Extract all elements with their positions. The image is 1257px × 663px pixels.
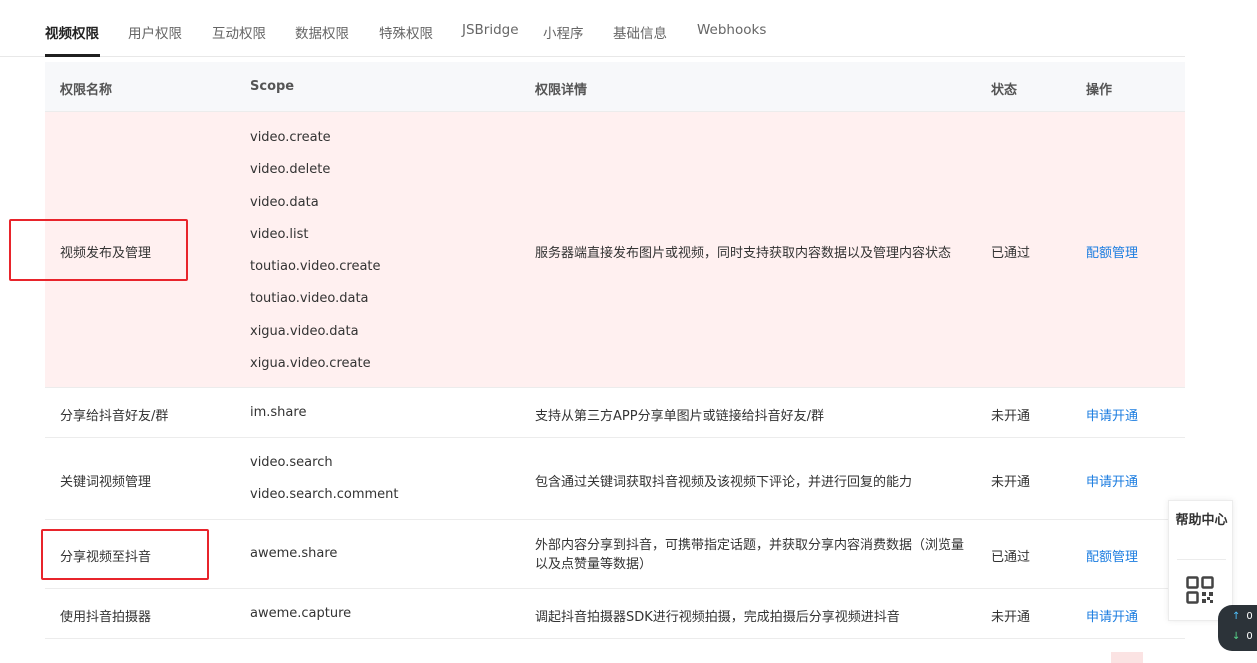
row-status: 已通过 <box>991 550 1031 565</box>
header-scope: Scope <box>250 79 295 94</box>
annotation-box-video-publish <box>9 219 188 281</box>
scope-item: video.list <box>250 226 309 242</box>
row-permission-name: 使用抖音拍摄器 <box>60 610 152 625</box>
row-permission-name: 关键词视频管理 <box>60 475 152 490</box>
row-detail: 支持从第三方APP分享单图片或链接给抖音好友/群 <box>535 409 824 424</box>
scope-item: xigua.video.create <box>250 356 371 372</box>
tab-video-permission[interactable]: 视频权限 <box>45 22 99 42</box>
scope-list: video.search video.search.comment <box>250 455 399 507</box>
permission-tabs: 视频权限 用户权限 互动权限 数据权限 特殊权限 JSBridge 小程序 基础… <box>0 0 1185 57</box>
annotation-box-share-video <box>41 529 209 580</box>
arrow-up-icon: ↑ <box>1232 611 1241 622</box>
qr-code-icon[interactable] <box>1186 576 1214 604</box>
help-center-button[interactable]: 帮助中心 <box>1169 511 1234 530</box>
help-panel: 帮助中心 <box>1168 500 1233 621</box>
scope-item: video.create <box>250 130 331 145</box>
tab-interaction-permission[interactable]: 互动权限 <box>212 22 266 42</box>
quota-manage-link[interactable]: 配额管理 <box>1086 242 1138 261</box>
active-tab-indicator <box>45 54 100 57</box>
scope-item: aweme.share <box>250 546 338 561</box>
apply-open-link[interactable]: 申请开通 <box>1086 405 1138 424</box>
row-status: 未开通 <box>991 610 1031 625</box>
scope-item: aweme.capture <box>250 606 352 621</box>
tab-mini-program[interactable]: 小程序 <box>543 22 584 42</box>
scope-list: video.create video.delete video.data vid… <box>250 130 381 376</box>
scope-item: video.search <box>250 455 333 470</box>
tab-special-permission[interactable]: 特殊权限 <box>379 22 433 42</box>
row-status: 未开通 <box>991 409 1031 424</box>
apply-open-link[interactable]: 申请开通 <box>1086 606 1138 625</box>
row-detail: 包含通过关键词获取抖音视频及该视频下评论，并进行回复的能力 <box>535 475 913 490</box>
row-detail: 调起抖音拍摄器SDK进行视频拍摄，完成拍摄后分享视频进抖音 <box>535 610 900 625</box>
scope-item: toutiao.video.create <box>250 259 381 275</box>
header-status: 状态 <box>991 83 1018 98</box>
pagination-current[interactable] <box>1111 652 1143 663</box>
row-detail: 外部内容分享到抖音，可携带指定话题，并获取分享内容消费数据（浏览量以及点赞量等数… <box>535 538 965 572</box>
table-header: 权限名称 Scope 权限详情 状态 操作 <box>45 62 1185 112</box>
tab-webhooks[interactable]: Webhooks <box>697 22 766 38</box>
network-speed-badge: ↑ 0 ↓ 0 <box>1218 605 1257 651</box>
download-speed: 0 <box>1246 631 1253 642</box>
header-name: 权限名称 <box>60 83 113 98</box>
header-detail: 权限详情 <box>535 83 588 98</box>
table-row: 关键词视频管理 video.search video.search.commen… <box>45 438 1185 520</box>
tab-basic-info[interactable]: 基础信息 <box>613 22 667 42</box>
table-row: 分享给抖音好友/群 im.share 支持从第三方APP分享单图片或链接给抖音好… <box>45 388 1185 438</box>
scope-item: toutiao.video.data <box>250 291 369 307</box>
scope-item: video.delete <box>250 162 331 178</box>
row-status: 未开通 <box>991 475 1031 490</box>
apply-open-link[interactable]: 申请开通 <box>1086 471 1138 490</box>
scope-item: xigua.video.data <box>250 323 359 339</box>
tab-jsbridge[interactable]: JSBridge <box>462 22 519 38</box>
quota-manage-link[interactable]: 配额管理 <box>1086 546 1138 565</box>
tab-user-permission[interactable]: 用户权限 <box>128 22 182 42</box>
table-row: 分享视频至抖音 aweme.share 外部内容分享到抖音，可携带指定话题，并获… <box>45 520 1185 589</box>
row-permission-name: 分享给抖音好友/群 <box>60 409 169 424</box>
table-row: 使用抖音拍摄器 aweme.capture 调起抖音拍摄器SDK进行视频拍摄，完… <box>45 589 1185 639</box>
row-detail: 服务器端直接发布图片或视频，同时支持获取内容数据以及管理内容状态 <box>535 246 952 261</box>
header-action: 操作 <box>1086 83 1113 98</box>
scope-item: im.share <box>250 405 307 420</box>
table-row: 视频发布及管理 video.create video.delete video.… <box>45 112 1185 388</box>
tab-data-permission[interactable]: 数据权限 <box>295 22 349 42</box>
help-divider <box>1177 559 1226 560</box>
scope-item: video.data <box>250 194 319 210</box>
arrow-down-icon: ↓ <box>1232 631 1241 642</box>
row-status: 已通过 <box>991 246 1031 261</box>
upload-speed: 0 <box>1246 611 1253 622</box>
scope-item: video.search.comment <box>250 487 399 502</box>
